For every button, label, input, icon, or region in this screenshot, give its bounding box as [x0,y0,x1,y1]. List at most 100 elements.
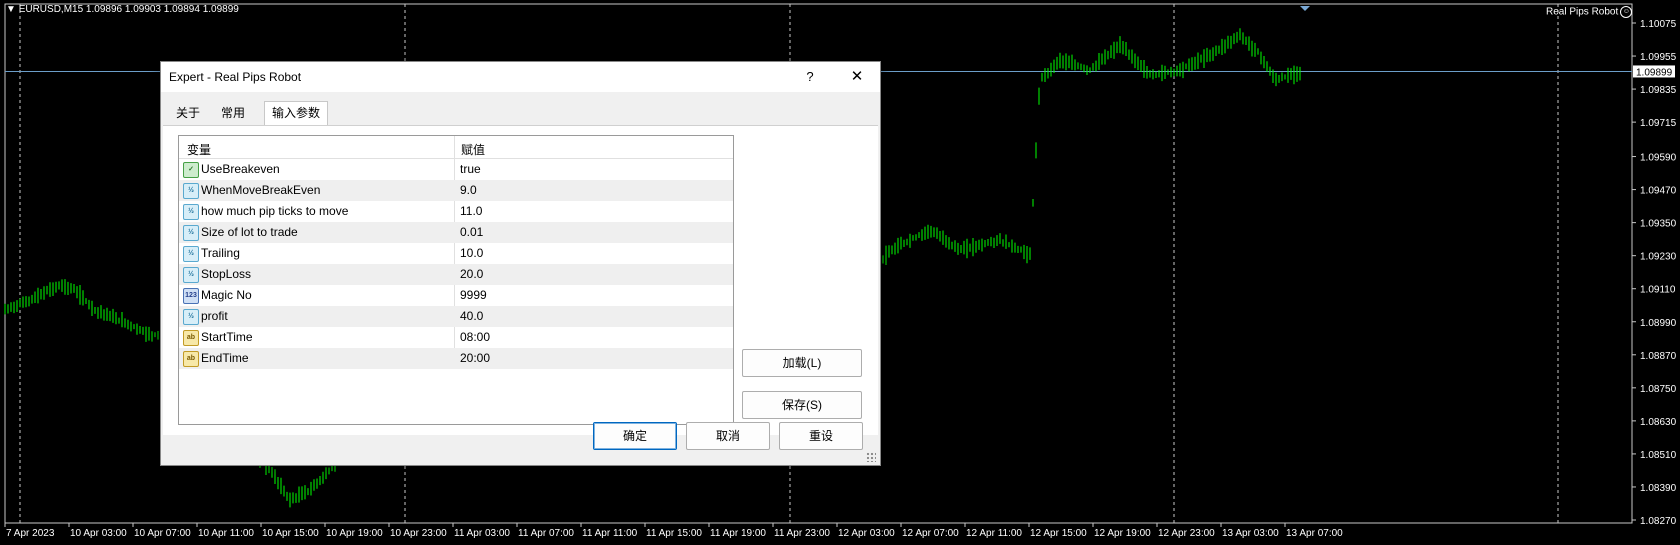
param-value[interactable]: 20:00 [460,351,490,365]
resize-grip-icon[interactable] [866,452,876,462]
table-row[interactable]: ab StartTime 08:00 [179,327,733,348]
param-value[interactable]: 0.01 [460,225,483,239]
param-name: StopLoss [201,267,252,281]
column-value[interactable]: 赋值 [461,141,485,158]
time-label: 12 Apr 03:00 [838,528,895,539]
cancel-button[interactable]: 取消 [686,422,770,450]
param-value[interactable]: 11.0 [460,204,482,218]
time-label: 10 Apr 07:00 [134,528,191,539]
time-label: 10 Apr 11:00 [198,528,254,539]
input-params-table[interactable]: 变量 赋值 ✓ UseBreakeven true ½ WhenMoveBreakEve… [178,135,734,425]
dialog-title-bar[interactable]: Expert - Real Pips Robot ? ✕ [161,62,880,92]
param-value[interactable]: 08:00 [460,330,490,344]
tab-common[interactable]: 常用 [213,102,253,124]
double-type-icon: ½ [183,183,199,199]
price-label: 1.08990 [1640,318,1677,329]
price-label: 1.09715 [1640,118,1677,129]
table-row[interactable]: ✓ UseBreakeven true [179,159,733,180]
table-row[interactable]: 123 Magic No 9999 [179,285,733,306]
load-button[interactable]: 加载(L) [742,349,862,377]
time-label: 10 Apr 15:00 [262,528,319,539]
table-row[interactable]: ab EndTime 20:00 [179,348,733,369]
time-label: 11 Apr 07:00 [518,528,574,539]
symbol-line: EURUSD,M15 1.09896 1.09903 1.09894 1.098… [18,4,239,15]
chart-symbol-info: ▼ EURUSD,M15 1.09896 1.09903 1.09894 1.0… [6,4,239,15]
price-label: 1.09590 [1640,153,1677,164]
time-label: 10 Apr 23:00 [390,528,447,539]
int-type-icon: 123 [183,288,199,304]
double-type-icon: ½ [183,246,199,262]
smiley-icon[interactable]: ☺ [1620,6,1633,18]
bool-type-icon: ✓ [183,162,199,178]
time-label: 12 Apr 23:00 [1158,528,1215,539]
double-type-icon: ½ [183,267,199,283]
time-label: 11 Apr 23:00 [774,528,830,539]
time-label: 13 Apr 03:00 [1222,528,1279,539]
table-row[interactable]: ½ Trailing 10.0 [179,243,733,264]
price-label: 1.09835 [1640,85,1677,96]
price-label: 1.09230 [1640,252,1677,263]
table-row[interactable]: ½ Size of lot to trade 0.01 [179,222,733,243]
reset-button[interactable]: 重设 [779,422,863,450]
table-row[interactable]: ½ StopLoss 20.0 [179,264,733,285]
double-type-icon: ½ [183,225,199,241]
param-value[interactable]: 40.0 [460,309,483,323]
time-label: 11 Apr 15:00 [646,528,702,539]
dialog-title: Expert - Real Pips Robot [169,70,302,84]
time-label: 11 Apr 03:00 [454,528,510,539]
price-label: 1.09470 [1640,186,1677,197]
double-type-icon: ½ [183,309,199,325]
table-row[interactable]: ½ profit 40.0 [179,306,733,327]
time-label: 7 Apr 2023 [6,528,55,539]
tab-inputs[interactable]: 输入参数 [264,101,328,126]
robot-label: Real Pips Robot ☺ [1546,6,1633,18]
ok-button[interactable]: 确定 [593,422,677,450]
string-type-icon: ab [183,330,199,346]
chart-menu-triangle-icon[interactable]: ▼ [6,4,16,15]
param-name: StartTime [201,330,253,344]
param-value[interactable]: 9.0 [460,183,477,197]
param-name: how much pip ticks to move [201,204,349,218]
param-name: WhenMoveBreakEven [201,183,321,197]
double-type-icon: ½ [183,204,199,220]
time-label: 12 Apr 11:00 [966,528,1022,539]
robot-name: Real Pips Robot [1546,6,1619,18]
price-label: 1.08270 [1640,516,1677,527]
price-label: 1.08510 [1640,450,1677,461]
param-value[interactable]: 10.0 [460,246,483,260]
help-button[interactable]: ? [797,68,823,86]
price-label: 1.09955 [1640,52,1677,63]
time-label: 11 Apr 11:00 [582,528,638,539]
price-label: 1.08750 [1640,384,1677,395]
time-label: 12 Apr 15:00 [1030,528,1087,539]
param-value[interactable]: 9999 [460,288,487,302]
param-name: Size of lot to trade [201,225,298,239]
time-label: 13 Apr 07:00 [1286,528,1343,539]
time-label: 11 Apr 19:00 [710,528,766,539]
time-label: 10 Apr 19:00 [326,528,383,539]
price-label: 1.09110 [1640,285,1676,296]
string-type-icon: ab [183,351,199,367]
save-button[interactable]: 保存(S) [742,391,862,419]
param-name: Magic No [201,288,252,302]
param-value[interactable]: 20.0 [460,267,483,281]
tab-about[interactable]: 关于 [169,102,207,124]
current-price-label: 1.09899 [1636,67,1673,78]
param-value[interactable]: true [460,162,481,176]
table-row[interactable]: ½ WhenMoveBreakEven 9.0 [179,180,733,201]
price-label: 1.09350 [1640,219,1677,230]
time-label: 12 Apr 19:00 [1094,528,1151,539]
time-label: 10 Apr 03:00 [70,528,127,539]
param-name: UseBreakeven [201,162,280,176]
price-label: 1.10075 [1640,19,1677,30]
price-label: 1.08630 [1640,417,1677,428]
expert-dialog: Expert - Real Pips Robot ? ✕ 关于 常用 输入参数 … [160,61,881,466]
param-name: Trailing [201,246,240,260]
param-name: EndTime [201,351,249,365]
time-label: 12 Apr 07:00 [902,528,959,539]
close-button[interactable]: ✕ [843,67,871,87]
price-label: 1.08390 [1640,483,1677,494]
column-variable[interactable]: 变量 [187,141,211,158]
table-row[interactable]: ½ how much pip ticks to move 11.0 [179,201,733,222]
price-label: 1.08870 [1640,351,1677,362]
